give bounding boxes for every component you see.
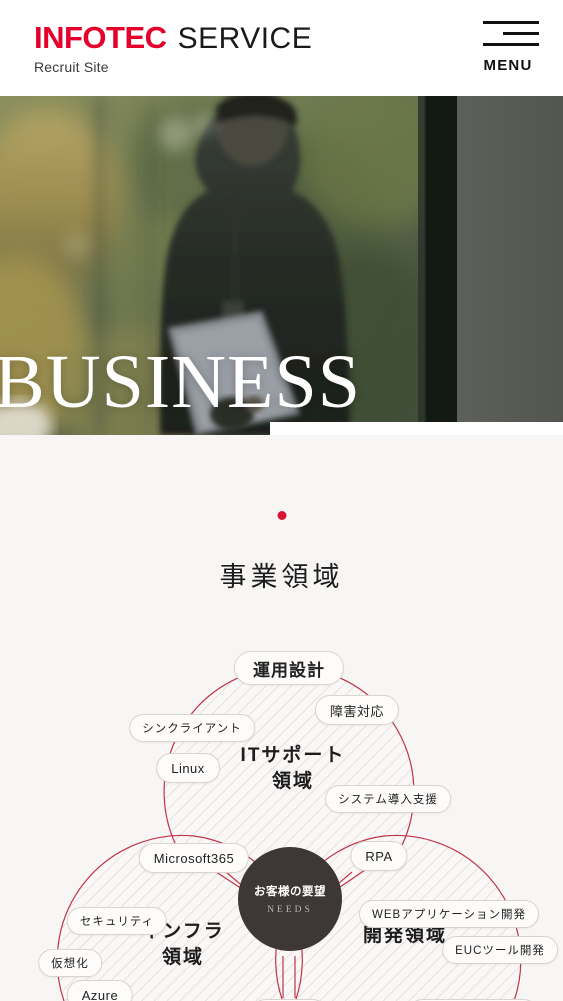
page-root: INFOTEC SERVICE Recruit Site MENU BUSINE… xyxy=(0,0,563,1001)
diagram-node[interactable]: Linux xyxy=(156,753,220,783)
core-label-en: NEEDS xyxy=(267,905,313,915)
diagram-node[interactable]: 仮想化 xyxy=(38,949,102,977)
core-label-ja: お客様の要望 xyxy=(254,886,326,898)
hero-banner: BUSINESS 事業紹介 xyxy=(0,96,563,435)
site-logo[interactable]: INFOTEC SERVICE Recruit Site xyxy=(34,22,312,75)
logo-wordmark: INFOTEC SERVICE xyxy=(34,22,312,54)
hero-frame-dark xyxy=(424,96,457,435)
diagram-node[interactable]: Azure xyxy=(66,980,134,1001)
diagram-node[interactable]: Microsoft365 xyxy=(138,843,250,873)
diagram-node[interactable]: WEBアプリケーション開発 xyxy=(359,900,539,928)
diagram-node[interactable]: シンクライアント xyxy=(129,714,255,742)
menu-button[interactable]: MENU xyxy=(477,21,539,74)
hero-wall-panel xyxy=(455,96,563,435)
section-dot-icon xyxy=(277,511,286,520)
diagram-node[interactable]: 運用設計 xyxy=(234,651,344,685)
logo-service-text: SERVICE xyxy=(177,22,313,55)
diagram-node[interactable]: システム導入支援 xyxy=(325,785,451,813)
diagram-node[interactable]: RPA xyxy=(350,841,408,871)
business-domain-diagram: ITサポート 領域 インフラ 領域 開発領域 お客様の要望 NEEDS 運用設計 障害… xyxy=(0,620,563,1001)
logo-infotec-text: INFOTEC xyxy=(34,20,167,55)
diagram-core: お客様の要望 NEEDS xyxy=(238,847,342,951)
section-title: 事業領域 xyxy=(219,562,344,592)
diagram-node[interactable]: EUCツール開発 xyxy=(442,936,558,964)
hero-caption-box: 事業紹介 xyxy=(270,422,563,435)
hamburger-icon-bar-middle xyxy=(503,32,539,35)
menu-button-label: MENU xyxy=(483,57,533,74)
hero-title: BUSINESS xyxy=(0,340,361,424)
logo-subtitle: Recruit Site xyxy=(34,59,109,75)
site-header: INFOTEC SERVICE Recruit Site MENU xyxy=(0,0,563,96)
diagram-node[interactable]: セキュリティ xyxy=(66,907,168,935)
diagram-node[interactable]: 障害対応 xyxy=(314,695,400,725)
hamburger-icon-bar-top xyxy=(483,21,539,24)
business-section: 事業領域 ITサポート 領域 インフラ 領域 開発領域 お客様の要望 NEEDS… xyxy=(0,435,563,1001)
hamburger-icon-bar-bottom xyxy=(483,43,539,46)
